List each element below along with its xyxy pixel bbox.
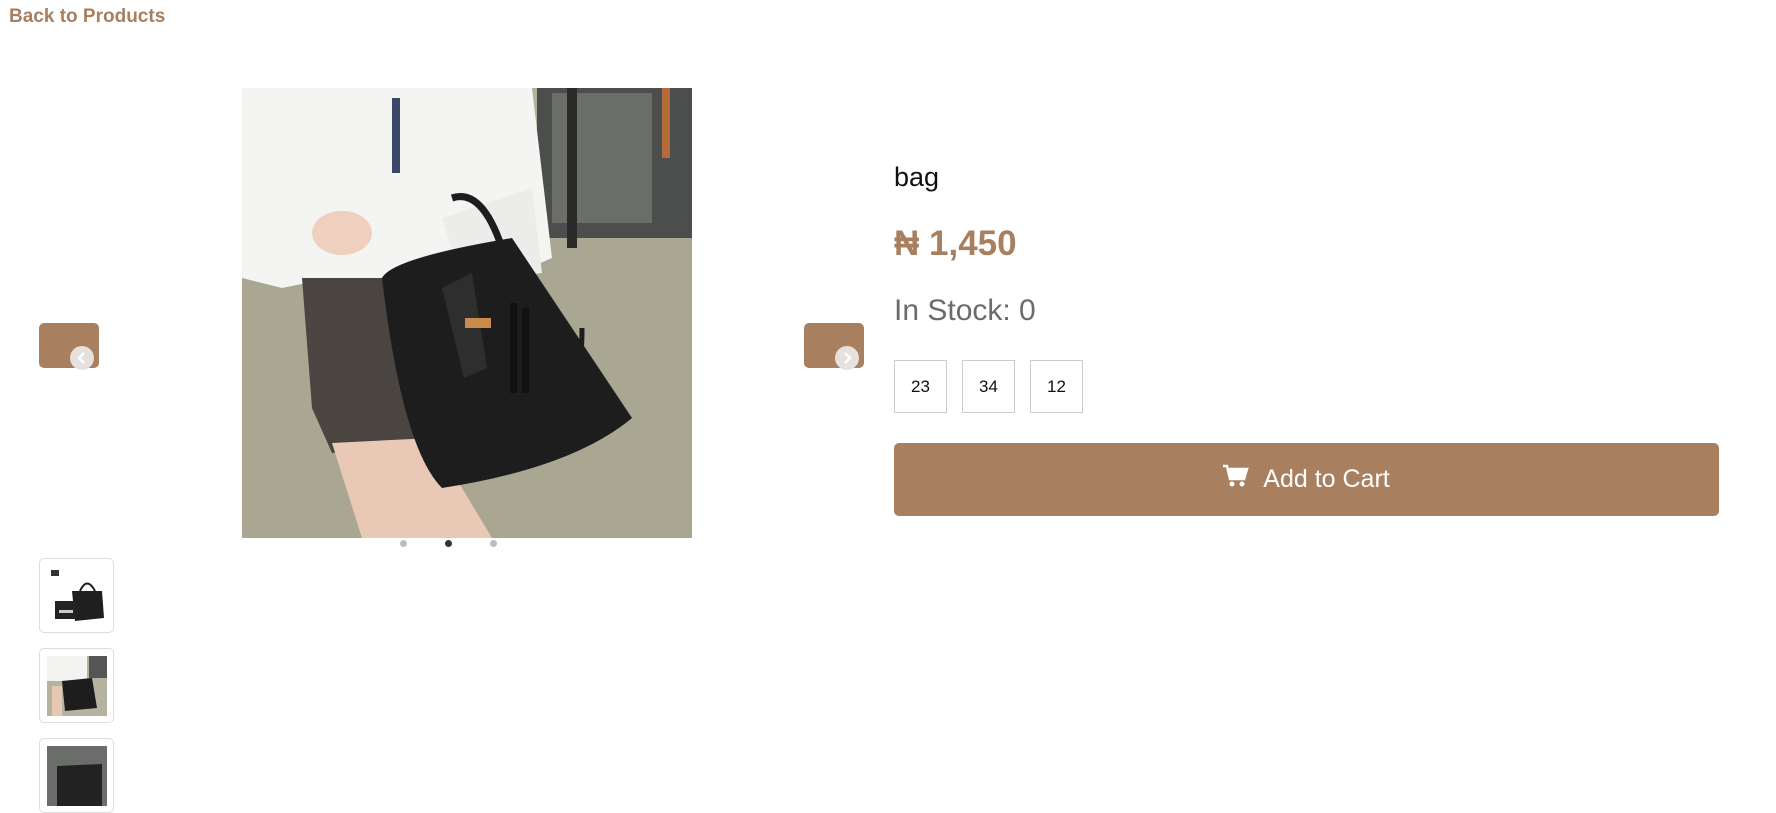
- thumbnail-3[interactable]: [39, 738, 114, 813]
- carousel-dot-active[interactable]: [445, 540, 452, 547]
- thumbnail-2[interactable]: [39, 648, 114, 723]
- carousel-prev-button[interactable]: [39, 323, 99, 370]
- chevron-left-icon: [70, 346, 94, 370]
- cart-icon: [1223, 464, 1249, 495]
- size-option-12[interactable]: 12: [1030, 360, 1083, 413]
- add-to-cart-label: Add to Cart: [1263, 465, 1390, 493]
- add-to-cart-button[interactable]: Add to Cart: [894, 443, 1719, 516]
- carousel-dots: [400, 540, 497, 549]
- size-option-34[interactable]: 34: [962, 360, 1015, 413]
- thumbnail-1[interactable]: [39, 558, 114, 633]
- carousel-dot[interactable]: [490, 540, 497, 547]
- carousel-next-button[interactable]: [804, 323, 864, 370]
- size-option-23[interactable]: 23: [894, 360, 947, 413]
- chevron-right-icon: [835, 346, 859, 370]
- carousel-dot[interactable]: [400, 540, 407, 547]
- stock-status: In Stock: 0: [894, 294, 1036, 327]
- product-main-image: [242, 88, 692, 538]
- product-price: ₦ 1,450: [894, 224, 1017, 263]
- size-options: 23 34 12: [894, 360, 1083, 413]
- product-name: bag: [894, 162, 940, 192]
- back-to-products-link[interactable]: Back to Products: [9, 6, 165, 28]
